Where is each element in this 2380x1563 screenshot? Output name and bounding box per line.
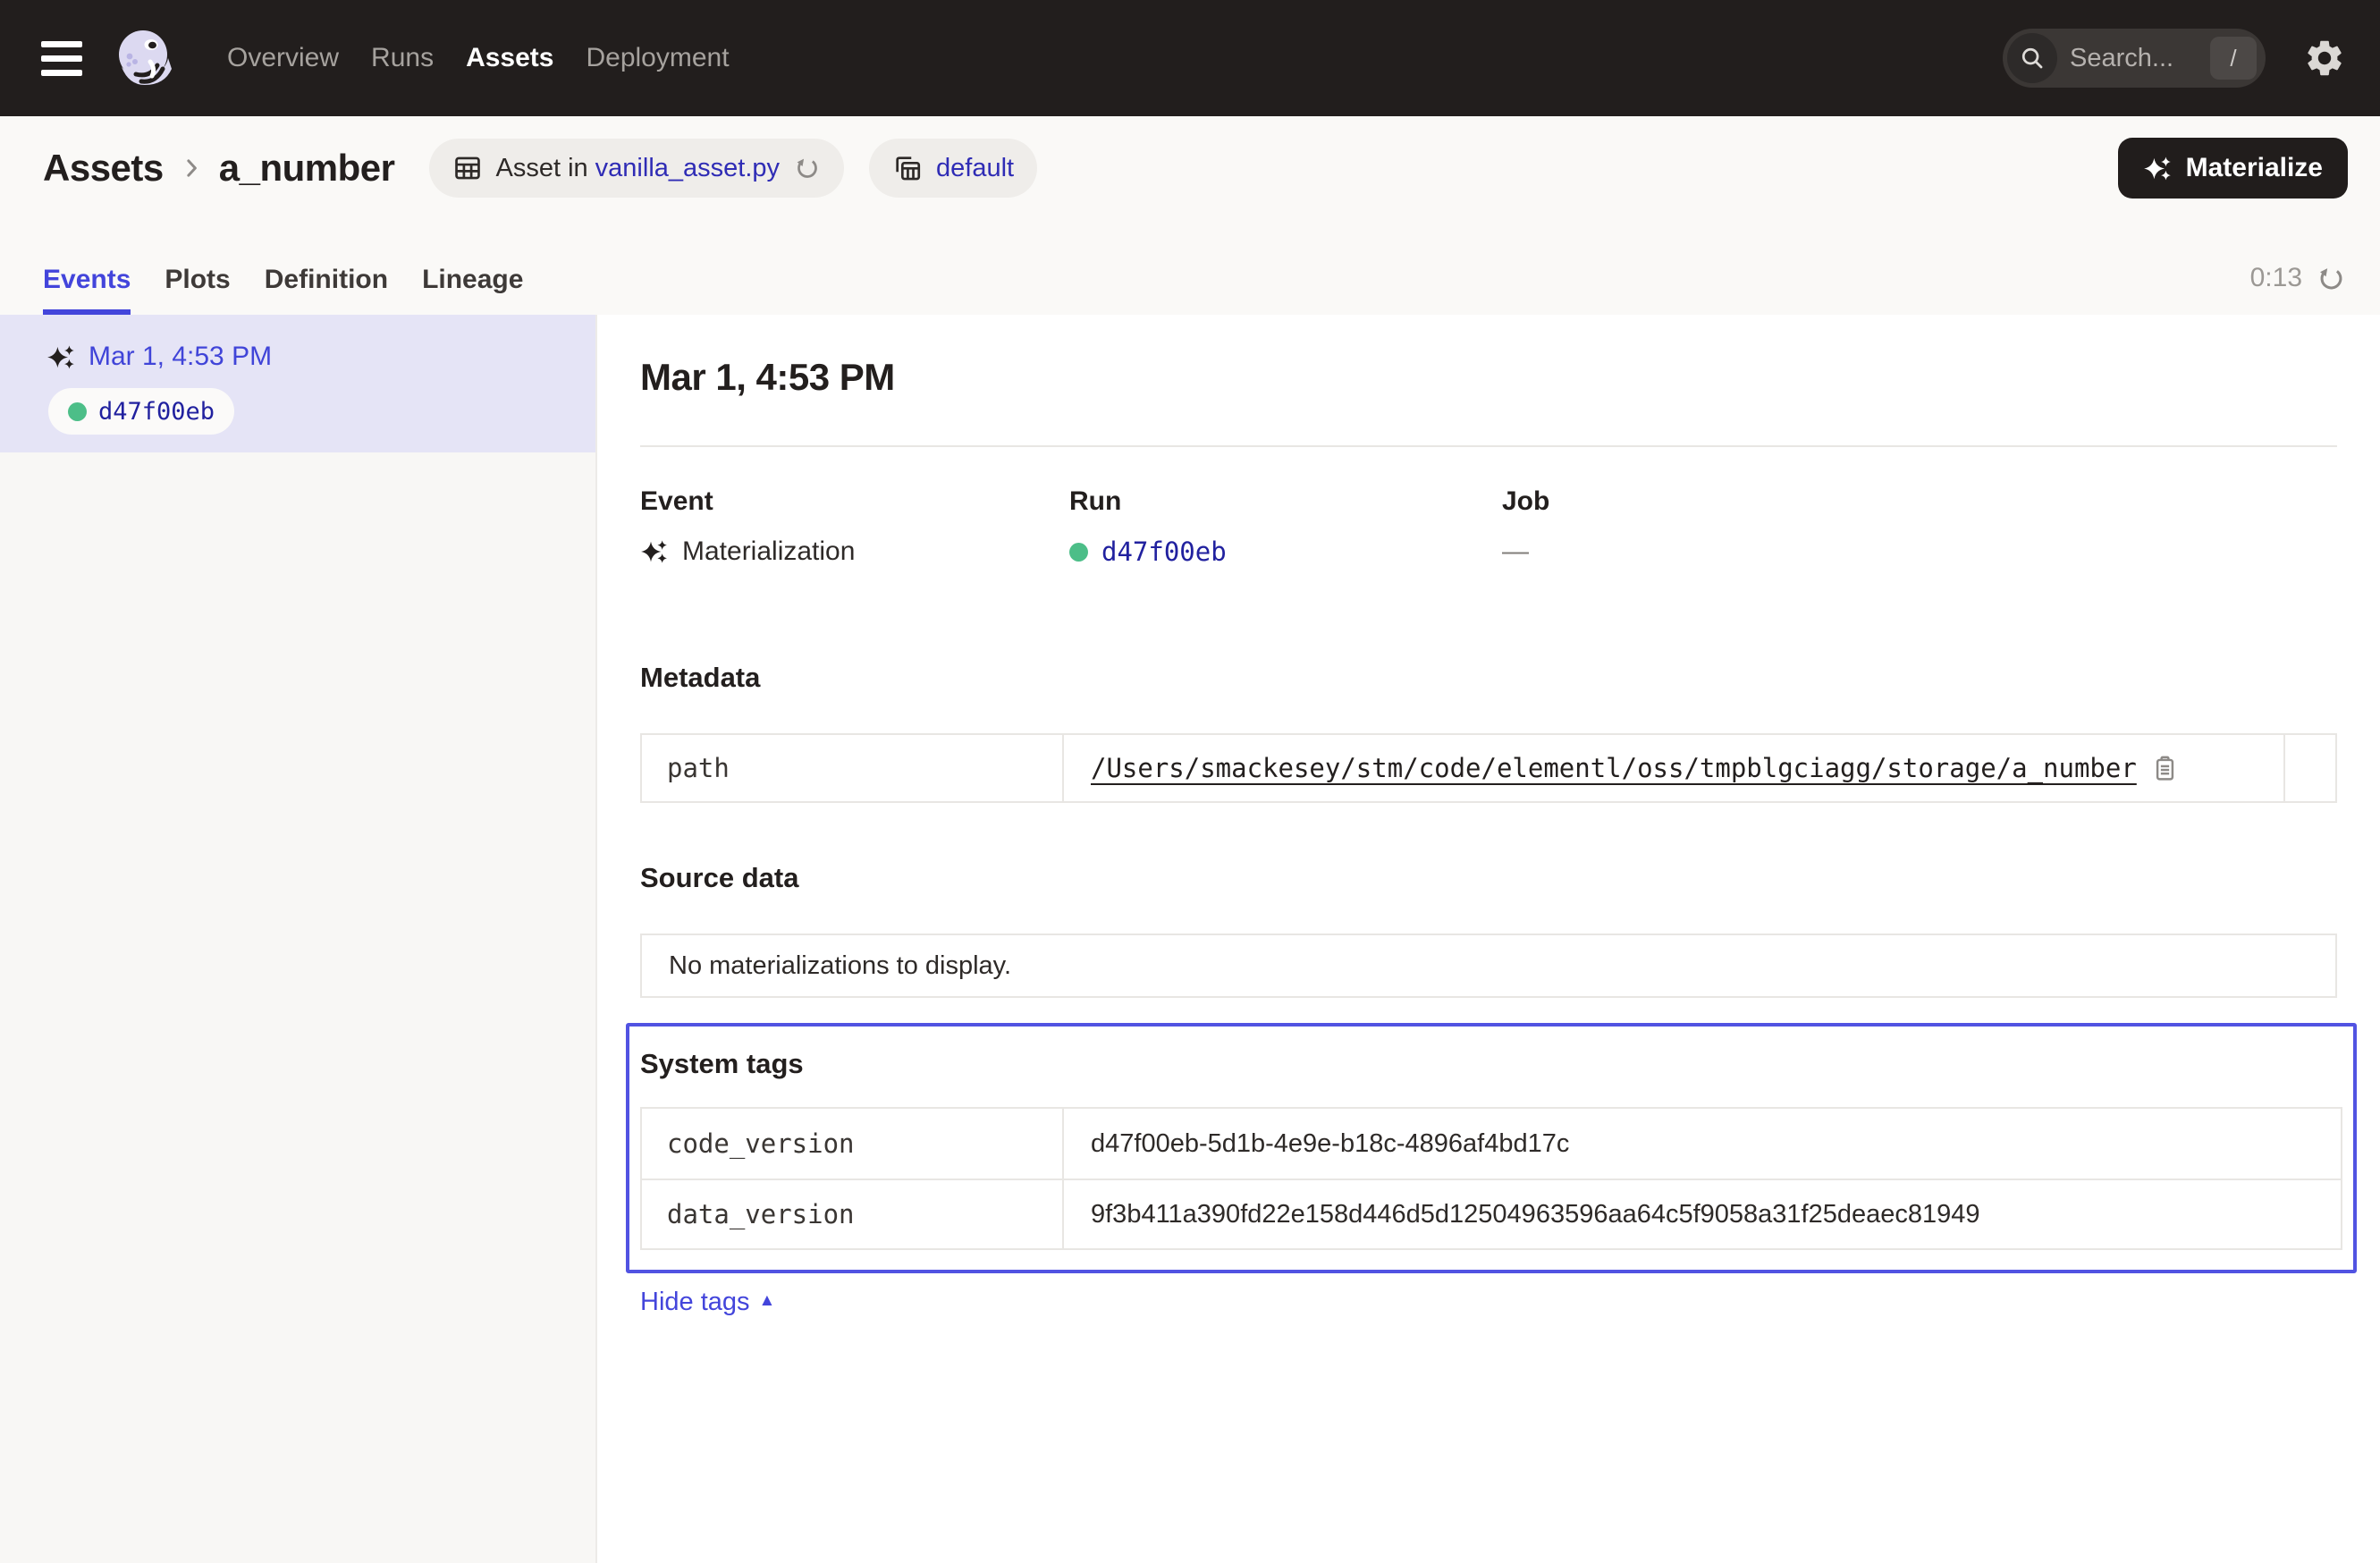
refresh-icon[interactable] [2317,264,2346,293]
metadata-key: path [642,735,1064,801]
asset-group-link[interactable]: default [936,154,1014,183]
materialize-button[interactable]: Materialize [2118,138,2348,199]
table-row: code_version d47f00eb-5d1b-4e9e-b18c-489… [642,1109,2341,1179]
refresh-timer: 0:13 [2250,263,2346,293]
refresh-countdown: 0:13 [2250,263,2302,293]
metadata-heading: Metadata [640,662,2337,694]
top-nav: Overview Runs Assets Deployment / [0,0,2380,116]
copy-icon[interactable] [2151,755,2179,782]
nav-item-deployment[interactable]: Deployment [586,43,729,73]
nav-item-assets[interactable]: Assets [466,43,553,73]
caret-up-icon: ▲ [759,1291,776,1311]
nav-item-overview[interactable]: Overview [227,43,339,73]
search-input[interactable] [2057,44,2210,73]
source-data-heading: Source data [640,862,2337,894]
nav-item-runs[interactable]: Runs [371,43,434,73]
tag-key-code-version: code_version [642,1109,1064,1179]
run-id-link[interactable]: d47f00eb [1101,536,1227,567]
table-row: path /Users/smackesey/stm/code/elementl/… [642,735,2335,801]
reload-icon[interactable] [794,155,821,182]
breadcrumb-assets[interactable]: Assets [43,147,164,190]
asset-badge-prefix: Asset in [496,154,588,183]
asset-group-icon [892,153,923,183]
search-icon [2007,33,2057,83]
system-tags-heading: System tags [640,1048,2342,1080]
source-data-empty-state: No materializations to display. [640,934,2337,998]
event-info-grid: Event Materialization Run d47f00eb Job — [640,486,2337,567]
system-tags-table: code_version d47f00eb-5d1b-4e9e-b18c-489… [640,1107,2342,1250]
metadata-table: path /Users/smackesey/stm/code/elementl/… [640,733,2337,803]
dagster-logo[interactable] [109,22,181,94]
source-data-section: Source data No materializations to displ… [640,862,2337,998]
event-details-panel: Mar 1, 4:53 PM Event Materialization Run… [597,315,2380,1563]
metadata-action-cell [2283,735,2335,801]
empty-message: No materializations to display. [669,951,1011,981]
event-title: Mar 1, 4:53 PM [640,356,2337,399]
events-sidebar: Mar 1, 4:53 PM d47f00eb [0,315,597,1563]
run-id-badge[interactable]: d47f00eb [48,388,234,435]
tag-value-code-version: d47f00eb-5d1b-4e9e-b18c-4896af4bd17c [1064,1109,2341,1179]
materialize-label: Materialize [2186,153,2323,183]
job-label: Job [1502,486,2337,517]
sparkle-icon [2143,154,2173,183]
breadcrumb: Assets a_number Asset in vanilla_asset.p… [43,138,2348,199]
asset-group-badge[interactable]: default [869,139,1037,198]
job-empty-value: — [1502,536,1529,567]
search-bar[interactable]: / [2003,29,2266,88]
asset-tabs: Events Plots Definition Lineage [43,265,523,315]
tag-key-data-version: data_version [642,1180,1064,1248]
run-status-dot [68,402,87,421]
page-header: Assets a_number Asset in vanilla_asset.p… [0,116,2380,315]
asset-table-icon [452,153,483,183]
asset-file-link[interactable]: vanilla_asset.py [595,154,780,183]
materialization-sparkle-icon [640,537,669,566]
run-id-label: d47f00eb [98,398,215,426]
tab-plots[interactable]: Plots [165,265,230,315]
run-status-dot [1069,543,1088,562]
materialization-sparkle-icon [46,342,76,372]
event-type-value: Materialization [682,536,855,567]
primary-nav: Overview Runs Assets Deployment [227,43,730,73]
hide-tags-link[interactable]: Hide tags ▲ [640,1288,775,1317]
tab-lineage[interactable]: Lineage [422,265,523,315]
gear-icon[interactable] [2303,37,2346,80]
chevron-right-icon [178,155,205,182]
tab-definition[interactable]: Definition [265,265,388,315]
hide-tags-label: Hide tags [640,1288,750,1317]
table-row: data_version 9f3b411a390fd22e158d446d5d1… [642,1179,2341,1248]
asset-definition-badge[interactable]: Asset in vanilla_asset.py [429,139,845,198]
page-title: a_number [219,147,395,190]
search-shortcut-key: / [2210,37,2257,80]
divider [640,445,2337,447]
run-label: Run [1069,486,1502,517]
menu-icon[interactable] [41,41,82,76]
system-tags-section: System tags code_version d47f00eb-5d1b-4… [626,1023,2357,1273]
tag-value-data-version: 9f3b411a390fd22e158d446d5d12504963596aa6… [1064,1180,2341,1248]
tab-events[interactable]: Events [43,265,131,315]
event-list-item[interactable]: Mar 1, 4:53 PM d47f00eb [0,315,595,452]
event-label: Event [640,486,1069,517]
event-timestamp[interactable]: Mar 1, 4:53 PM [89,342,272,372]
metadata-section: Metadata path /Users/smackesey/stm/code/… [640,662,2337,803]
path-link[interactable]: /Users/smackesey/stm/code/elementl/oss/t… [1091,753,2137,783]
